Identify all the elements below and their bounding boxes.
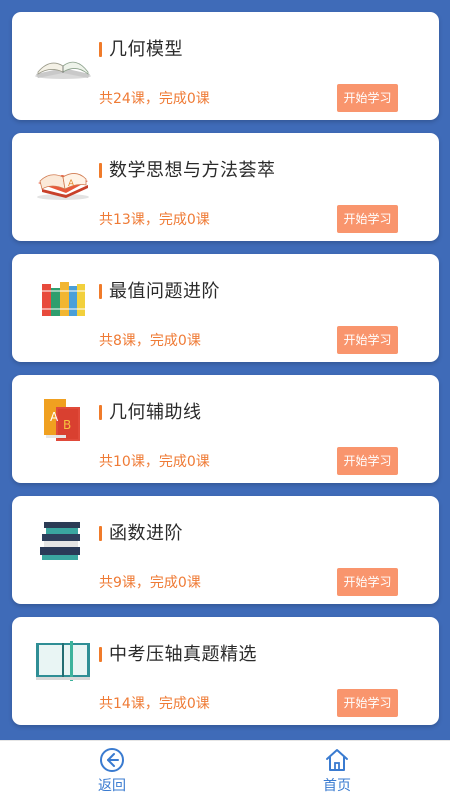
ab-books-icon: A B	[44, 399, 80, 441]
course-card[interactable]: 几何模型 共24课，完成0课 开始学习	[12, 12, 439, 120]
title-accent-bar	[99, 42, 102, 57]
start-learning-button[interactable]: 开始学习	[337, 205, 398, 233]
title-accent-bar	[99, 284, 102, 299]
svg-text:B: B	[63, 418, 71, 432]
open-teal-book-icon	[36, 641, 90, 681]
open-red-book-icon: A	[37, 173, 89, 200]
start-learning-button[interactable]: 开始学习	[337, 326, 398, 354]
course-progress: 共8课，完成0课	[99, 333, 201, 349]
start-learning-button[interactable]: 开始学习	[337, 447, 398, 475]
nav-back-label: 返回	[98, 778, 126, 794]
course-card[interactable]: A B 几何辅助线 共10课，完成0课 开始学习	[12, 375, 439, 483]
course-progress: 共14课，完成0课	[99, 696, 210, 712]
book-stack-icon	[40, 522, 80, 560]
nav-home[interactable]: 首页	[307, 747, 367, 797]
bottom-navigation: 返回 首页	[0, 740, 450, 800]
course-card[interactable]: 最值问题进阶 共8课，完成0课 开始学习	[12, 254, 439, 362]
svg-text:A: A	[68, 179, 75, 189]
course-progress: 共24课，完成0课	[99, 91, 210, 107]
svg-text:A: A	[50, 410, 59, 424]
start-learning-button[interactable]: 开始学习	[337, 689, 398, 717]
books-row-icon	[42, 282, 85, 316]
title-accent-bar	[99, 526, 102, 541]
course-title: 中考压轴真题精选	[109, 644, 257, 665]
open-book-icon	[35, 61, 91, 79]
course-title: 函数进阶	[109, 523, 183, 544]
home-icon[interactable]	[324, 747, 350, 773]
start-learning-button[interactable]: 开始学习	[337, 84, 398, 112]
course-card[interactable]: A 数学思想与方法荟萃 共13课，完成0课 开始学习	[12, 133, 439, 241]
course-title: 数学思想与方法荟萃	[109, 160, 276, 181]
course-title: 几何辅助线	[109, 402, 202, 423]
course-progress: 共13课，完成0课	[99, 212, 210, 228]
course-card[interactable]: 中考压轴真题精选 共14课，完成0课 开始学习	[12, 617, 439, 725]
course-progress: 共9课，完成0课	[99, 575, 201, 591]
nav-back[interactable]: 返回	[82, 747, 142, 797]
course-title: 几何模型	[109, 39, 183, 60]
title-accent-bar	[99, 163, 102, 178]
back-arrow-circle-icon[interactable]	[99, 747, 125, 773]
course-card[interactable]: 函数进阶 共9课，完成0课 开始学习	[12, 496, 439, 604]
course-title: 最值问题进阶	[109, 281, 220, 302]
course-progress: 共10课，完成0课	[99, 454, 210, 470]
start-learning-button[interactable]: 开始学习	[337, 568, 398, 596]
title-accent-bar	[99, 647, 102, 662]
title-accent-bar	[99, 405, 102, 420]
nav-home-label: 首页	[323, 778, 351, 794]
